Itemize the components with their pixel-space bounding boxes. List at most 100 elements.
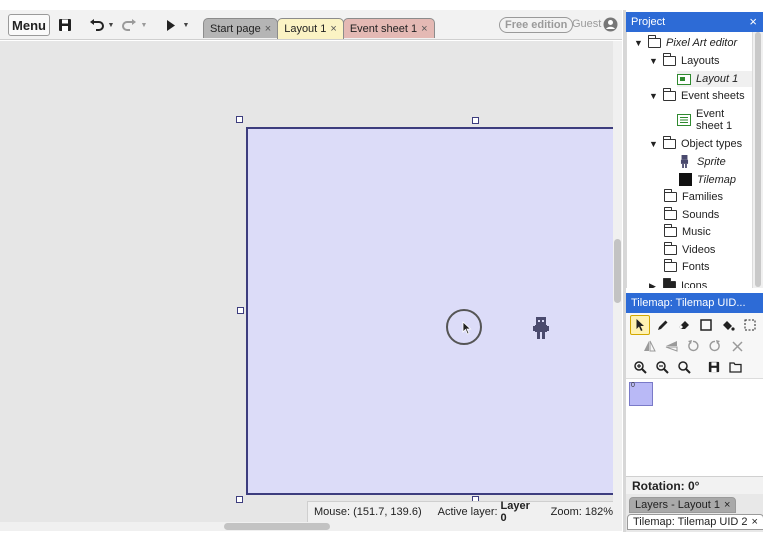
scrollbar-thumb[interactable] xyxy=(755,32,761,287)
tree-item-music[interactable]: Music xyxy=(664,224,711,238)
expand-icon[interactable]: ▼ xyxy=(634,38,643,48)
tree-item-tilemap[interactable]: Tilemap xyxy=(679,173,736,186)
resize-handle-top[interactable] xyxy=(472,117,479,124)
folder-icon xyxy=(663,278,676,288)
zoom-reset-icon[interactable] xyxy=(674,357,694,377)
rotate-ccw-icon[interactable] xyxy=(683,336,703,356)
tab-label: Tilemap: Tilemap UID 2 xyxy=(633,516,748,528)
zoom-out-icon[interactable] xyxy=(652,357,672,377)
resize-handle-top-left[interactable] xyxy=(236,116,243,123)
guest-label[interactable]: Guest xyxy=(572,18,601,30)
tree-item-label-group: Event sheet 1 xyxy=(696,108,732,132)
tilemap-toolbar xyxy=(626,313,763,379)
pointer-icon xyxy=(462,321,472,335)
close-icon[interactable]: × xyxy=(724,499,730,511)
tileset-view[interactable]: 0 xyxy=(626,379,763,476)
close-icon[interactable]: × xyxy=(749,14,757,29)
close-icon[interactable]: × xyxy=(421,23,427,35)
tab-start-page[interactable]: Start page × xyxy=(203,18,279,38)
tree-item-families[interactable]: Families xyxy=(664,189,723,203)
tab-layout-1[interactable]: Layout 1 × xyxy=(277,18,344,39)
redo-dropdown-icon[interactable]: ▼ xyxy=(141,15,148,35)
tree-item-layout-1[interactable]: Layout 1 xyxy=(677,71,752,87)
tree-item-sprite[interactable]: Sprite xyxy=(679,155,726,168)
project-panel-header: Project × xyxy=(626,12,763,32)
expand-icon[interactable]: ▼ xyxy=(649,91,658,101)
scrollbar-thumb[interactable] xyxy=(224,523,330,530)
pencil-tool-icon[interactable] xyxy=(652,315,672,335)
tree-item-event-sheet-1[interactable]: Event sheet 1 xyxy=(677,108,732,132)
play-dropdown-icon[interactable]: ▼ xyxy=(183,15,190,35)
tab-event-sheet-1[interactable]: Event sheet 1 × xyxy=(342,18,435,38)
tab-label: Event sheet 1 xyxy=(349,22,418,35)
project-vertical-scrollbar[interactable] xyxy=(752,32,763,288)
folder-icon xyxy=(664,189,677,202)
tree-item-label: Music xyxy=(682,226,711,238)
sprite-object[interactable] xyxy=(533,317,549,342)
flip-icon[interactable] xyxy=(661,336,681,356)
document-tabs: Start page × Layout 1 × Event sheet 1 × xyxy=(203,18,435,39)
tree-item-label: sheet 1 xyxy=(696,120,733,132)
tree-item-label: Icons xyxy=(681,280,708,288)
layout-editor[interactable]: Mouse: (151.7, 139.6) Active layer: Laye… xyxy=(0,41,622,531)
event-sheet-icon xyxy=(677,114,691,126)
tile-swatch[interactable]: 0 xyxy=(629,382,653,406)
rectangle-tool-icon[interactable] xyxy=(696,315,716,335)
free-edition-badge[interactable]: Free edition xyxy=(499,17,574,33)
project-tree: ▼ Pixel Art editor ▼ Layouts Layout 1 ▼ … xyxy=(626,32,752,288)
save-icon[interactable] xyxy=(57,15,73,35)
tree-item-label: Sprite xyxy=(697,155,726,168)
expand-icon[interactable]: ▶ xyxy=(649,281,658,289)
folder-icon xyxy=(663,136,676,149)
save-icon[interactable] xyxy=(704,357,724,377)
fill-bucket-tool-icon[interactable] xyxy=(718,315,738,335)
tree-item-label: Event sheets xyxy=(681,90,745,102)
redo-icon[interactable] xyxy=(121,15,137,35)
editor-vertical-scrollbar[interactable] xyxy=(613,41,622,531)
menu-button[interactable]: Menu xyxy=(8,14,50,36)
tree-item-fonts[interactable]: Fonts xyxy=(664,259,710,273)
tree-item-root[interactable]: ▼ Pixel Art editor xyxy=(634,35,738,49)
open-folder-icon[interactable] xyxy=(726,357,746,377)
panel-title: Tilemap: Tilemap UID... xyxy=(631,297,746,309)
tree-item-videos[interactable]: Videos xyxy=(664,242,715,256)
zoom-in-icon[interactable] xyxy=(630,357,650,377)
resize-handle-bottom-left[interactable] xyxy=(236,496,243,503)
tree-item-layouts[interactable]: ▼ Layouts xyxy=(649,53,720,67)
undo-dropdown-icon[interactable]: ▼ xyxy=(108,15,115,35)
main-toolbar: Menu ▼ ▼ ▼ Start page × Layout 1 × Event… xyxy=(0,10,622,40)
close-icon[interactable]: × xyxy=(265,23,271,35)
tree-item-label: Pixel Art editor xyxy=(666,37,738,49)
tree-item-label: Layouts xyxy=(681,55,720,67)
panel-title: Project xyxy=(631,16,666,28)
resize-handle-left[interactable] xyxy=(237,307,244,314)
tree-item-label: Tilemap xyxy=(697,173,737,186)
tab-label: Start page xyxy=(210,22,261,35)
scrollbar-thumb[interactable] xyxy=(614,239,621,303)
layout-canvas[interactable] xyxy=(246,127,622,495)
tab-tilemap[interactable]: Tilemap: Tilemap UID 2 × xyxy=(627,514,763,530)
play-icon[interactable] xyxy=(165,15,177,35)
undo-icon[interactable] xyxy=(88,15,104,35)
folder-icon xyxy=(664,224,677,237)
sprite-icon xyxy=(680,155,689,168)
reset-transform-icon[interactable] xyxy=(727,336,747,356)
pointer-tool-icon[interactable] xyxy=(630,315,650,335)
mirror-icon[interactable] xyxy=(639,336,659,356)
close-icon[interactable]: × xyxy=(330,23,336,35)
expand-icon[interactable]: ▼ xyxy=(649,139,658,149)
selection-tool-icon[interactable] xyxy=(740,315,760,335)
tab-layers[interactable]: Layers - Layout 1 × xyxy=(629,497,737,513)
folder-icon xyxy=(664,259,677,272)
tree-item-object-types[interactable]: ▼ Object types xyxy=(649,136,742,150)
tree-item-icons[interactable]: ▶ Icons xyxy=(649,278,708,289)
tree-item-sounds[interactable]: Sounds xyxy=(664,207,719,221)
rotate-cw-icon[interactable] xyxy=(705,336,725,356)
close-icon[interactable]: × xyxy=(752,516,758,528)
tree-item-label: Event xyxy=(696,108,725,120)
expand-icon[interactable]: ▼ xyxy=(649,56,658,66)
tilemap-icon xyxy=(679,173,692,186)
tree-item-event-sheets[interactable]: ▼ Event sheets xyxy=(649,88,745,102)
user-icon[interactable] xyxy=(603,17,618,32)
eraser-tool-icon[interactable] xyxy=(674,315,694,335)
